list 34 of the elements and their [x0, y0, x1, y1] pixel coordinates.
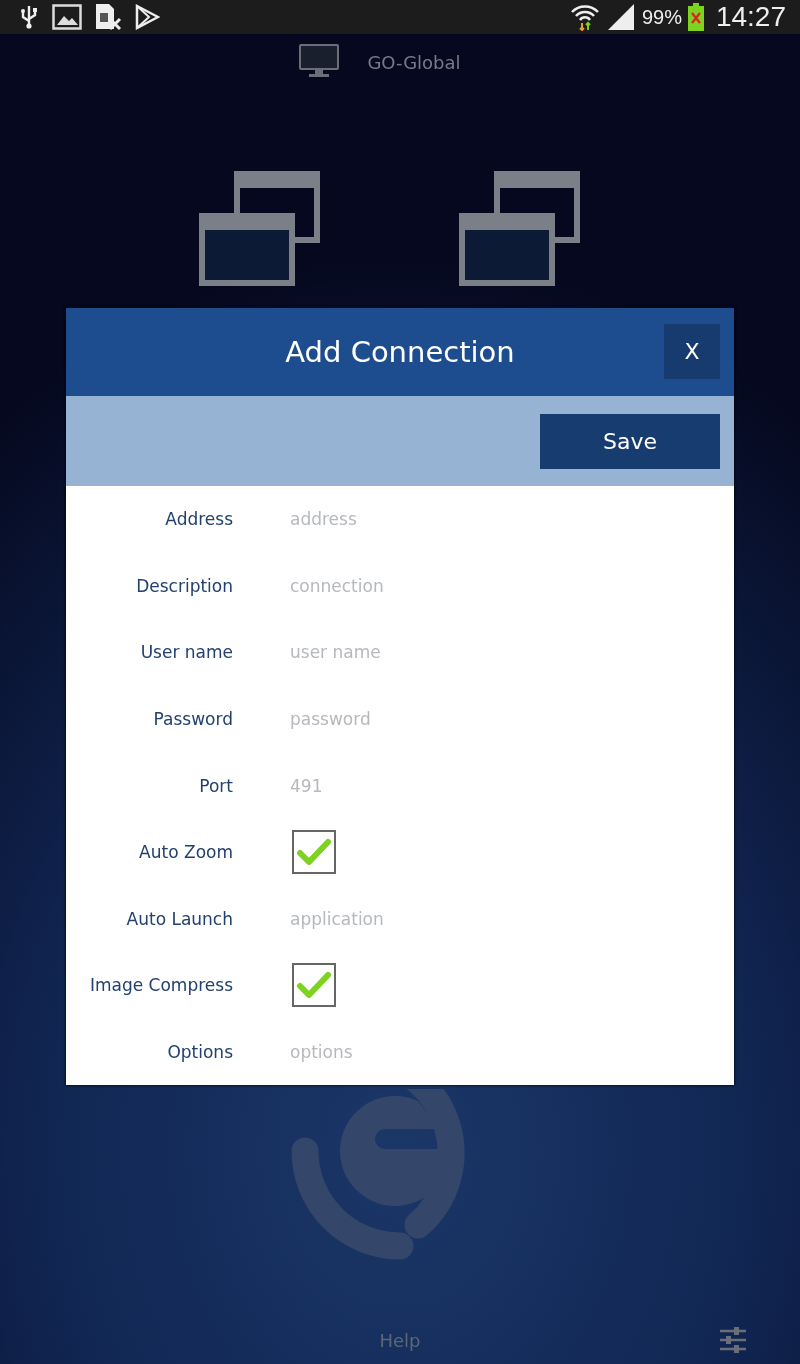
input-field[interactable]: application: [290, 908, 590, 929]
field-label: Auto Zoom: [138, 842, 233, 863]
field-label: Port: [198, 775, 233, 796]
app-title: GO-Global: [367, 51, 461, 73]
wifi-icon: [569, 3, 600, 31]
checkbox[interactable]: [292, 963, 336, 1008]
input-field[interactable]: 491: [290, 775, 590, 796]
settings-icon[interactable]: [719, 1326, 747, 1355]
field-label: Address: [164, 509, 233, 530]
usb-icon: [18, 4, 40, 30]
field-label: Options: [166, 1042, 233, 1063]
battery-icon: [687, 3, 704, 31]
battery-percent: 99%: [641, 5, 682, 29]
image-icon: [52, 4, 82, 30]
input-field[interactable]: address: [290, 509, 590, 530]
close-button[interactable]: X: [664, 324, 720, 379]
field-label: Password: [152, 709, 233, 730]
field-label: Description: [135, 575, 233, 596]
input-field[interactable]: user name: [290, 642, 590, 663]
input-field[interactable]: connection: [290, 575, 590, 596]
save-button[interactable]: Save: [540, 413, 720, 469]
sim-card-icon: [94, 3, 122, 31]
checkbox[interactable]: [292, 830, 336, 875]
input-field[interactable]: options: [290, 1042, 590, 1063]
field-label: Auto Launch: [125, 908, 233, 929]
field-label: Image Compress: [88, 975, 233, 996]
field-label: User name: [139, 642, 233, 663]
input-field[interactable]: password: [290, 709, 590, 730]
windows-icon[interactable]: [459, 170, 581, 286]
monitor-icon: [299, 44, 340, 80]
dialog-title: Add Connection: [285, 335, 515, 369]
windows-icon[interactable]: [199, 170, 321, 286]
clock: 14:27: [715, 1, 786, 33]
play-store-icon: [134, 4, 160, 30]
